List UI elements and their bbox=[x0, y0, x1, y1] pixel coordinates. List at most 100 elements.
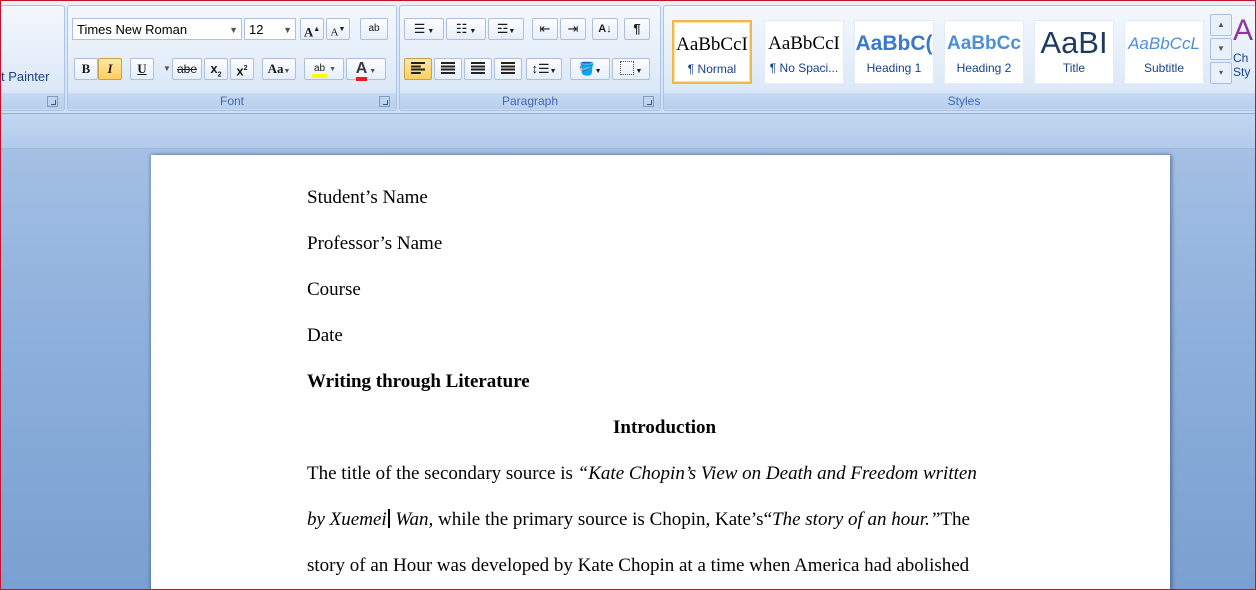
font-name-value: Times New Roman bbox=[77, 22, 188, 37]
style-name: Heading 1 bbox=[866, 61, 922, 75]
paragraph-line-3[interactable]: story of an Hour was developed by Kate C… bbox=[307, 555, 969, 577]
shading-button[interactable]: 🪣▼ bbox=[570, 58, 610, 80]
text-run-italic: “Kate Chopin’s View on Death and Freedom… bbox=[577, 463, 977, 484]
style-heading-2[interactable]: AaBbCc Heading 2 bbox=[944, 20, 1024, 84]
change-case-icon: Aa bbox=[267, 61, 284, 76]
clipboard-dialog-launcher[interactable] bbox=[47, 96, 58, 107]
font-group-label: Font bbox=[68, 93, 396, 109]
text-run-italic: by Xuemei bbox=[307, 509, 387, 530]
format-painter-button[interactable]: t Painter bbox=[1, 66, 60, 88]
text-run: The bbox=[940, 509, 970, 530]
document-workspace: Student’s Name Professor’s Name Course D… bbox=[1, 114, 1255, 589]
styles-group-label: Styles bbox=[664, 93, 1255, 109]
style-name: Subtitle bbox=[1143, 61, 1185, 75]
subscript-button[interactable]: x2 bbox=[204, 58, 228, 80]
professor-name-line[interactable]: Professor’s Name bbox=[307, 233, 442, 255]
change-styles-button[interactable]: A Ch Sty bbox=[1232, 10, 1255, 90]
font-size-value: 12 bbox=[249, 22, 264, 37]
course-line[interactable]: Course bbox=[307, 279, 361, 301]
change-case-button[interactable]: Aa▼ bbox=[262, 58, 296, 80]
superscript-button[interactable]: x2 bbox=[230, 58, 254, 80]
underline-button[interactable]: U bbox=[130, 58, 154, 80]
highlight-icon: ab bbox=[312, 63, 328, 78]
change-styles-icon: A bbox=[1233, 14, 1254, 47]
style-no-spacing[interactable]: AaBbCcI ¶ No Spaci... bbox=[764, 20, 844, 84]
clear-formatting-button[interactable]: ab bbox=[360, 18, 388, 40]
underline-icon: U bbox=[137, 61, 147, 76]
styles-scroll-down[interactable]: ▼ bbox=[1210, 38, 1232, 60]
bold-button[interactable]: B bbox=[74, 58, 98, 80]
style-name: Title bbox=[1062, 61, 1086, 75]
pilcrow-icon: ¶ bbox=[633, 21, 641, 36]
highlight-button[interactable]: ab ▼ bbox=[304, 58, 344, 80]
justify-button[interactable] bbox=[494, 58, 522, 80]
italic-icon: I bbox=[107, 61, 113, 76]
multilevel-list-button[interactable]: ☲▼ bbox=[488, 18, 524, 40]
chevron-down-icon: ▼ bbox=[283, 25, 292, 35]
superscript-icon: x bbox=[236, 63, 244, 79]
borders-button[interactable]: ▼ bbox=[612, 58, 650, 80]
paint-bucket-icon: 🪣 bbox=[578, 61, 595, 76]
align-right-button[interactable] bbox=[464, 58, 492, 80]
style-heading-1[interactable]: AaBbC( Heading 1 bbox=[854, 20, 934, 84]
style-sample: AaBbCcI bbox=[676, 34, 748, 55]
strikethrough-icon: abe bbox=[176, 62, 198, 76]
align-right-icon bbox=[471, 62, 485, 74]
styles-more[interactable]: ▾ bbox=[1210, 62, 1232, 84]
font-dialog-launcher[interactable] bbox=[379, 96, 390, 107]
style-name: ¶ No Spaci... bbox=[769, 61, 839, 75]
text-run-italic: The story of an hour.” bbox=[772, 509, 941, 530]
bullets-button[interactable]: ☰ ▼ bbox=[404, 18, 444, 40]
grow-font-button[interactable]: A▲ bbox=[300, 18, 324, 40]
font-group: Times New Roman ▼ 12 ▼ A▲ A▼ ab B I U ▼ … bbox=[67, 5, 397, 111]
numbering-button[interactable]: ☷ ▼ bbox=[446, 18, 486, 40]
align-left-icon bbox=[411, 62, 425, 74]
style-sample: AaBbCc bbox=[947, 33, 1021, 54]
introduction-heading[interactable]: Introduction bbox=[613, 417, 716, 439]
change-styles-label-2: Sty bbox=[1233, 65, 1251, 79]
justify-icon bbox=[501, 62, 515, 74]
style-title[interactable]: AaBI Title bbox=[1034, 20, 1114, 84]
shrink-font-button[interactable]: A▼ bbox=[326, 18, 350, 40]
font-size-combo[interactable]: 12 ▼ bbox=[244, 18, 296, 40]
italic-button[interactable]: I bbox=[98, 58, 122, 80]
align-center-icon bbox=[441, 62, 455, 74]
paragraph-dialog-launcher[interactable] bbox=[643, 96, 654, 107]
decrease-indent-button[interactable]: ⇤ bbox=[532, 18, 558, 40]
style-sample: AaBbC( bbox=[855, 32, 933, 55]
student-name-line[interactable]: Student’s Name bbox=[307, 187, 428, 209]
align-center-button[interactable] bbox=[434, 58, 462, 80]
styles-group: AaBbCcI ¶ Normal AaBbCcI ¶ No Spaci... A… bbox=[663, 5, 1255, 111]
increase-indent-button[interactable]: ⇥ bbox=[560, 18, 586, 40]
text-run: The title of the secondary source is bbox=[307, 463, 578, 484]
font-name-combo[interactable]: Times New Roman ▼ bbox=[72, 18, 242, 40]
paragraph-line-1[interactable]: The title of the secondary source is “Ka… bbox=[307, 463, 977, 485]
text-run: while the primary source is Chopin, Kate… bbox=[433, 509, 773, 530]
style-normal[interactable]: AaBbCcI ¶ Normal bbox=[672, 20, 752, 84]
font-color-button[interactable]: A ▼ bbox=[346, 58, 386, 81]
styles-scroll-up[interactable]: ▲ bbox=[1210, 14, 1232, 36]
subscript-icon: x bbox=[210, 61, 218, 76]
date-line[interactable]: Date bbox=[307, 325, 343, 347]
ribbon: t Painter Times New Roman ▼ 12 ▼ A▲ A▼ a… bbox=[1, 1, 1255, 114]
text-run-italic: Wan, bbox=[390, 509, 434, 530]
style-subtitle[interactable]: AaBbCcL Subtitle bbox=[1124, 20, 1204, 84]
style-sample: AaBI bbox=[1040, 25, 1108, 59]
sort-icon: A↓ bbox=[598, 23, 612, 35]
strikethrough-button[interactable]: abe bbox=[172, 58, 202, 80]
align-left-button[interactable] bbox=[404, 58, 432, 80]
document-page[interactable]: Student’s Name Professor’s Name Course D… bbox=[151, 155, 1170, 589]
font-color-icon: A bbox=[355, 60, 368, 81]
chevron-down-icon: ▼ bbox=[229, 25, 238, 35]
text-cursor bbox=[387, 509, 390, 528]
style-name: ¶ Normal bbox=[687, 62, 737, 76]
word-window: t Painter Times New Roman ▼ 12 ▼ A▲ A▼ a… bbox=[0, 0, 1256, 590]
paragraph-line-2[interactable]: by Xuemei Wan, while the primary source … bbox=[307, 509, 970, 531]
sort-button[interactable]: A↓ bbox=[592, 18, 618, 40]
line-spacing-button[interactable]: ↕☰▼ bbox=[526, 58, 562, 80]
paragraph-group: ☰ ▼ ☷ ▼ ☲▼ ⇤ ⇥ A↓ ¶ ↕☰▼ 🪣▼ ▼ Paragraph bbox=[399, 5, 661, 111]
show-marks-button[interactable]: ¶ bbox=[624, 18, 650, 40]
style-sample: AaBbCcI bbox=[768, 33, 840, 54]
document-title[interactable]: Writing through Literature bbox=[307, 371, 530, 393]
style-sample: AaBbCcL bbox=[1128, 34, 1200, 53]
